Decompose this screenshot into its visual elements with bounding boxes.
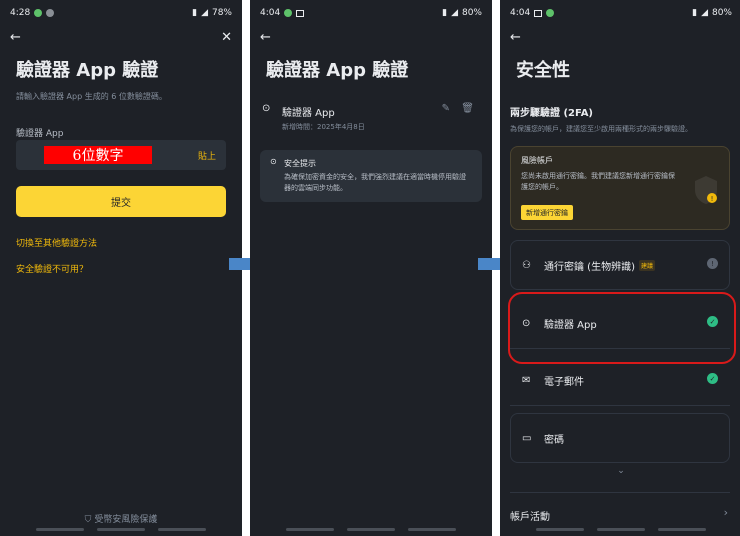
passkey-row[interactable]: ⚇ 通行密鑰 (生物辨識) 建議 ! <box>510 240 730 290</box>
section-title: 兩步驟驗證 (2FA) <box>510 108 594 119</box>
chevron-right-icon: › <box>723 506 728 519</box>
section-desc: 為保護您的帳戶，建議您至少啟用兩種形式的兩步驟驗證。 <box>510 125 692 133</box>
app-notification-icon <box>546 9 555 17</box>
signal-icon: ▮ <box>692 8 698 18</box>
add-passkey-button[interactable]: 新增通行密鑰 <box>521 205 573 220</box>
security-tip: ⊙ 安全提示 為確保加密資金的安全，我們強烈建議在適當時機停用驗證器的雲端同步功… <box>260 150 482 202</box>
password-row[interactable]: ▭ 密碼 <box>510 413 730 463</box>
authenticator-added-date: 新增時間：2025年4月8日 <box>282 123 365 131</box>
screen-security-settings: 4:04 ▮ ◢ 80% ← 安全性 兩步驟驗證 (2FA) 為保護您的帳戶，建議您… <box>500 0 740 536</box>
page-title: 驗證器 App 驗證 <box>266 60 409 81</box>
status-time: 4:04 <box>260 8 281 18</box>
tip-text: 為確保加密資金的安全，我們強烈建議在適當時機停用驗證器的雲端同步功能。 <box>284 173 466 192</box>
wifi-icon: ◢ <box>201 8 208 18</box>
wifi-icon: ◢ <box>701 8 708 18</box>
shield-icon: ⛉ <box>84 515 92 525</box>
page-title: 安全性 <box>516 60 570 81</box>
email-status-icon: ✓ <box>707 373 718 384</box>
system-nav-bar <box>500 528 740 531</box>
signal-icon: ▮ <box>442 8 448 18</box>
authenticator-icon: ⊙ <box>262 103 271 114</box>
gallery-icon <box>534 9 543 17</box>
risk-account-card: 風險帳戶 您尚未啟用通行密鑰。我們建議您新增通行密鑰保護您的帳戶。 新增通行密鑰… <box>510 146 730 230</box>
switch-method-link[interactable]: 切換至其他驗證方法 <box>16 236 97 249</box>
code-field-label: 驗證器 App <box>16 129 64 139</box>
message-icon <box>46 9 55 17</box>
password-icon: ▭ <box>522 432 532 444</box>
footer-protection: ⛉ 受幣安風險保護 <box>0 512 242 525</box>
battery-level: 80% <box>711 8 732 18</box>
status-time: 4:28 <box>10 8 31 18</box>
highlight-box <box>508 292 736 364</box>
page-subtitle: 請輸入驗證器 App 生成的 6 位數驗證碼。 <box>16 92 167 101</box>
authenticator-name: 驗證器 App <box>282 108 335 119</box>
paste-button[interactable]: 貼上 <box>198 149 216 162</box>
status-bar: 4:04 ▮ ◢ 80% <box>250 0 492 26</box>
tip-title: 安全提示 <box>284 159 316 168</box>
password-label: 密碼 <box>544 434 564 446</box>
email-icon: ✉ <box>522 374 531 386</box>
battery-level: 78% <box>211 8 232 18</box>
delete-icon[interactable]: 🗑 <box>461 103 474 114</box>
svg-text:!: ! <box>711 195 714 203</box>
wifi-icon: ◢ <box>451 8 458 18</box>
passkey-status-icon: ! <box>707 258 718 269</box>
divider <box>510 405 730 406</box>
code-input[interactable]: 6位數字 貼上 <box>16 140 226 170</box>
verification-unavailable-link[interactable]: 安全驗證不可用？ <box>16 262 88 275</box>
back-arrow-icon[interactable]: ← <box>510 31 521 44</box>
page-title: 驗證器 App 驗證 <box>16 60 159 81</box>
account-activity-link[interactable]: 帳戶活動 <box>510 508 550 523</box>
app-notification-icon <box>284 9 293 17</box>
email-label: 電子郵件 <box>544 376 584 388</box>
expand-chevron-icon[interactable]: ⌄ <box>500 466 740 476</box>
close-icon[interactable]: ✕ <box>221 31 232 44</box>
screen-authenticator-input: 4:28 ▮ ◢ 78% ← ✕ 驗證器 App 驗證 請輸入驗證器 App 生成的… <box>0 0 242 536</box>
system-nav-bar <box>250 528 492 531</box>
back-arrow-icon[interactable]: ← <box>10 31 21 44</box>
warning-shield-icon: ! <box>695 176 717 204</box>
app-notification-icon <box>34 9 43 17</box>
passkey-icon: ⚇ <box>522 259 531 271</box>
status-bar: 4:28 ▮ ◢ 78% <box>0 0 242 26</box>
authenticator-row: ⊙ 驗證器 App 新增時間：2025年4月8日 ✎ 🗑 <box>262 102 480 136</box>
screen-authenticator-details: 4:04 ▮ ◢ 80% ← 驗證器 App 驗證 ⊙ 驗證器 App 新增時間：2… <box>250 0 492 536</box>
edit-icon[interactable]: ✎ <box>442 103 450 114</box>
footer-text: 受幣安風險保護 <box>94 515 158 525</box>
gallery-icon <box>296 9 305 17</box>
battery-level: 80% <box>461 8 482 18</box>
status-time: 4:04 <box>510 8 531 18</box>
submit-button[interactable]: 提交 <box>16 186 226 217</box>
code-overlay-label: 6位數字 <box>44 146 152 164</box>
back-arrow-icon[interactable]: ← <box>260 31 271 44</box>
divider <box>510 492 730 493</box>
system-nav-bar <box>0 528 242 531</box>
passkey-label: 通行密鑰 (生物辨識) <box>544 261 635 273</box>
risk-title: 風險帳戶 <box>521 156 553 165</box>
tip-icon: ⊙ <box>270 157 277 166</box>
status-bar: 4:04 ▮ ◢ 80% <box>500 0 740 26</box>
signal-icon: ▮ <box>192 8 198 18</box>
recommended-badge: 建議 <box>638 259 655 271</box>
risk-text: 您尚未啟用通行密鑰。我們建議您新增通行密鑰保護您的帳戶。 <box>521 172 675 191</box>
